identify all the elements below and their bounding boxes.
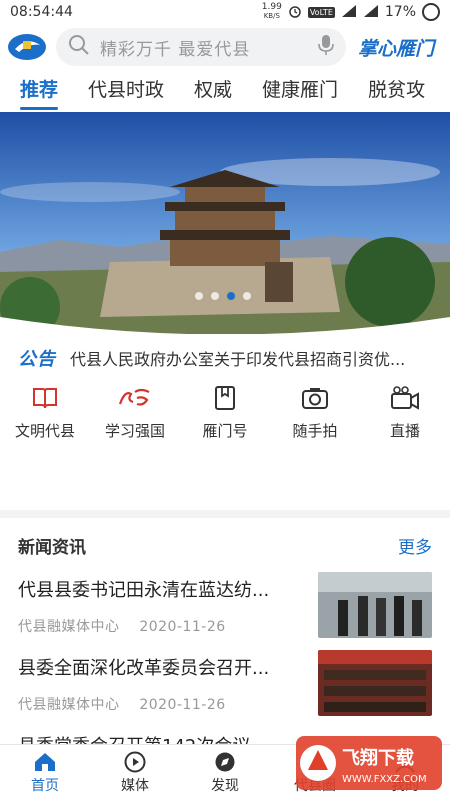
news-item[interactable]: 县委全面深化改革委员会召开... 代县融媒体中心 2020-11-26 [0,650,450,718]
camera-icon [301,384,329,412]
notice-text[interactable]: 代县人民政府办公室关于印发代县招商引资优... [70,346,430,370]
nav-home[interactable]: 首页 [0,745,90,800]
tab-recommend[interactable]: 推荐 [20,72,59,112]
status-icons: 1.99 KB/S VoLTE 17% [262,3,440,21]
brand-title: 掌心雁门 [358,37,435,60]
discover-icon [214,751,236,773]
home-icon [33,751,57,773]
battery-text: 17% [384,4,416,20]
alarm-icon [288,4,302,21]
status-bar: 08:54:44 1.99 KB/S VoLTE 17% [0,0,450,24]
news-meta: 代县融媒体中心 2020-11-26 [18,694,318,714]
notice-tag: 公告 [18,349,56,370]
more-link[interactable]: 更多 [398,533,432,558]
bookmark-icon [214,384,236,412]
quick-link-live[interactable]: 直播 [360,384,450,444]
watermark-title: 飞翔下载 [342,747,414,769]
nav-label: 首页 [31,777,59,794]
news-meta: 代县融媒体中心 2020-11-26 [18,616,318,636]
watermark-url: WWW.FXXZ.COM [342,774,427,785]
quick-link-civilization[interactable]: 文明代县 [0,384,90,444]
quick-link-label: 随手拍 [292,422,338,440]
banner-image [0,112,450,334]
quick-link-yanmen[interactable]: 雁门号 [180,384,270,444]
tab-county-politics[interactable]: 代县时政 [88,72,164,112]
news-source: 代县融媒体中心 [18,697,120,713]
carousel-dot-active[interactable] [227,292,235,300]
carousel-dot[interactable] [243,292,251,300]
battery-icon [422,3,440,21]
news-title[interactable]: 县委常委会召开第142次会议 [18,732,308,744]
book-icon [32,384,58,412]
watermark-logo: 飞翔下载 WWW.FXXZ.COM [294,732,444,794]
news-source: 代县融媒体中心 [18,619,120,635]
section-divider [0,510,450,518]
news-thumbnail[interactable] [318,572,432,638]
news-title[interactable]: 县委全面深化改革委员会召开... [18,654,308,680]
quick-link-label: 文明代县 [14,422,75,440]
xuexi-logo-icon [117,384,153,412]
tab-health[interactable]: 健康雁门 [262,72,338,112]
nav-discover[interactable]: 发现 [180,745,270,800]
quick-link-label: 直播 [389,422,420,440]
search-icon [68,34,90,60]
tab-authority[interactable]: 权威 [194,72,232,112]
news-thumbnail[interactable] [318,650,432,716]
quick-link-xuexi[interactable]: 学习强国 [90,384,180,444]
status-time: 08:54:44 [10,4,73,20]
news-date: 2020-11-26 [139,619,226,635]
carousel-dot[interactable] [195,292,203,300]
quick-link-label: 雁门号 [202,422,248,440]
news-info: 代县县委书记田永清在蓝达纺... 代县融媒体中心 2020-11-26 [18,572,318,640]
nav-media[interactable]: 媒体 [90,745,180,800]
news-item[interactable]: 代县县委书记田永清在蓝达纺... 代县融媒体中心 2020-11-26 [0,572,450,640]
signal-icon [341,4,357,21]
search-placeholder: 精彩万千 最爱代县 [100,39,251,60]
tab-poverty[interactable]: 脱贫攻 [368,72,425,112]
quick-link-snap[interactable]: 随手拍 [270,384,360,444]
quick-link-label: 学习强国 [104,422,165,440]
news-date: 2020-11-26 [139,697,226,713]
nav-label: 媒体 [121,777,149,794]
signal-icon-2 [363,4,379,21]
search-bar[interactable]: 精彩万千 最爱代县 [56,28,346,66]
play-icon [124,751,146,773]
news-info: 县委全面深化改革委员会召开... 代县融媒体中心 2020-11-26 [18,650,318,718]
nav-label: 发现 [211,777,239,794]
notice-bar[interactable]: 公告 代县人民政府办公室关于印发代县招商引资优... [0,338,450,378]
carousel-dot[interactable] [211,292,219,300]
app-logo[interactable] [6,31,48,63]
category-tabs: 推荐 代县时政 权威 健康雁门 脱贫攻 [0,72,450,112]
network-speed: 1.99 KB/S [261,2,282,21]
news-title[interactable]: 代县县委书记田永清在蓝达纺... [18,576,308,602]
section-title: 新闻资讯 [18,537,86,558]
volte-badge: VoLTE [307,6,335,18]
carousel-indicator [195,292,251,300]
microphone-icon[interactable] [318,34,334,60]
quick-links: 文明代县 学习强国 雁门号 随手拍 直播 [0,384,450,444]
video-camera-icon [390,384,420,412]
top-bar: 精彩万千 最爱代县 掌心雁门 [0,24,450,70]
banner-carousel[interactable] [0,112,450,334]
news-section-header: 新闻资讯 更多 [0,530,450,560]
